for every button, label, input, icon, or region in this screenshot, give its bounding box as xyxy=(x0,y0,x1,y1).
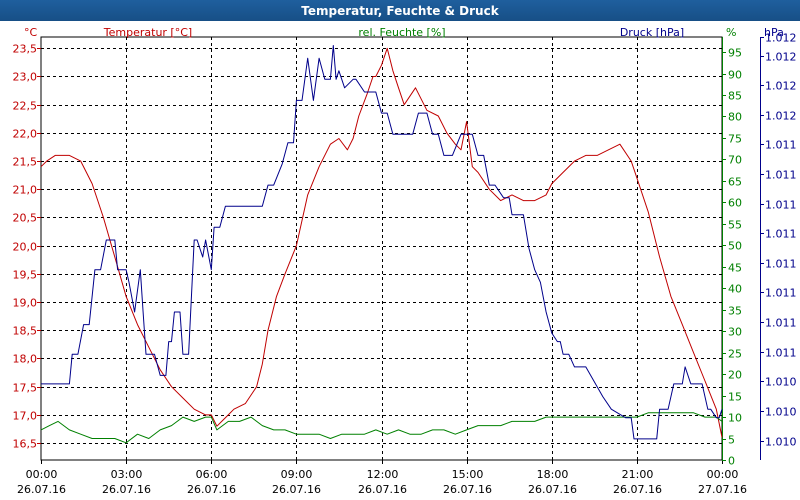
hum-tick-label: 15 xyxy=(728,391,742,404)
temp-tick-label: 22,0 xyxy=(13,128,38,141)
press-tick-label: 1.010 xyxy=(765,376,797,389)
hum-tick-label: 70 xyxy=(728,154,742,167)
press-tick-label: 1.011 xyxy=(765,139,797,152)
x-tick-label-time: 09:00 xyxy=(281,468,313,481)
window-title: Temperatur, Feuchte & Druck xyxy=(0,0,800,21)
temp-tick-label: 23,0 xyxy=(13,71,38,84)
temp-tick-label: 19,0 xyxy=(13,297,38,310)
hum-tick-label: 90 xyxy=(728,69,742,82)
x-tick-label-date: 26.07.16 xyxy=(443,483,492,496)
temp-unit-label: °C xyxy=(24,26,38,39)
x-tick-label-time: 00:00 xyxy=(707,468,739,481)
x-tick-label-time: 15:00 xyxy=(452,468,484,481)
press-tick-label: 1.012 xyxy=(765,51,797,64)
x-tick-label-time: 12:00 xyxy=(367,468,399,481)
plot-area xyxy=(40,36,723,461)
press-tick-label: 1.010 xyxy=(765,436,797,449)
press-tick-label: 1.011 xyxy=(765,347,797,360)
press-tick-label: 1.011 xyxy=(765,228,797,241)
hum-tick-label: 95 xyxy=(728,47,742,60)
hum-tick-label: 50 xyxy=(728,240,742,253)
chart-canvas: 00:00 26.07.16 03:00 26.07.16 06:00 26.07.16 0… xyxy=(13,26,797,496)
press-tick-label: 1.011 xyxy=(765,287,797,300)
x-tick-label-date: 26.07.16 xyxy=(272,483,321,496)
hum-tick-label: 5 xyxy=(728,434,735,447)
press-tick-label: 1.012 xyxy=(765,80,797,93)
x-tick-label-time: 03:00 xyxy=(111,468,143,481)
hum-tick-label: 40 xyxy=(728,283,742,296)
hum-unit-label: % xyxy=(726,26,736,39)
hum-tick-label: 75 xyxy=(728,133,742,146)
temp-tick-label: 19,5 xyxy=(13,269,38,282)
temp-tick-label: 20,0 xyxy=(13,241,38,254)
temp-tick-label: 17,5 xyxy=(13,382,38,395)
x-tick-label-date: 26.07.16 xyxy=(102,483,151,496)
hum-tick-label: 10 xyxy=(728,412,742,425)
temp-tick-label: 21,0 xyxy=(13,184,38,197)
press-tick-label: 1.012 xyxy=(765,110,797,123)
x-tick-label-date: 26.07.16 xyxy=(613,483,662,496)
press-tick-label: 1.011 xyxy=(765,317,797,330)
x-tick-label-date: 26.07.16 xyxy=(528,483,577,496)
hum-tick-label: 45 xyxy=(728,262,742,275)
chart-window: Temperatur, Feuchte & Druck 00:00 26.07.1… xyxy=(0,0,800,500)
hum-tick-label: 60 xyxy=(728,197,742,210)
temp-tick-label: 20,5 xyxy=(13,212,38,225)
temp-axis-title: Temperatur [°C] xyxy=(103,26,192,39)
hum-tick-label: 85 xyxy=(728,90,742,103)
x-tick-label-time: 00:00 xyxy=(26,468,58,481)
temp-tick-label: 18,5 xyxy=(13,325,38,338)
temp-tick-label: 23,5 xyxy=(13,43,38,56)
x-tick-label-date: 26.07.16 xyxy=(187,483,236,496)
x-tick-label-time: 18:00 xyxy=(537,468,569,481)
temp-tick-label: 16,5 xyxy=(13,438,38,451)
hum-tick-label: 30 xyxy=(728,326,742,339)
press-tick-label: 1.011 xyxy=(765,258,797,271)
press-tick-label: 1.010 xyxy=(765,406,797,419)
hum-tick-label: 80 xyxy=(728,111,742,124)
hum-axis-title: rel. Feuchte [%] xyxy=(358,26,445,39)
press-axis-title: Druck [hPa] xyxy=(620,26,684,39)
press-tick-label: 1.011 xyxy=(765,199,797,212)
press-unit-label: hPa xyxy=(764,26,784,39)
hum-tick-label: 55 xyxy=(728,219,742,232)
press-tick-label: 1.011 xyxy=(765,169,797,182)
x-tick-label-time: 06:00 xyxy=(196,468,228,481)
hum-tick-label: 25 xyxy=(728,348,742,361)
temp-tick-label: 18,0 xyxy=(13,353,38,366)
hum-tick-label: 0 xyxy=(728,455,735,468)
hum-tick-label: 35 xyxy=(728,305,742,318)
hum-tick-label: 65 xyxy=(728,176,742,189)
x-tick-label-time: 21:00 xyxy=(622,468,654,481)
x-tick-label-date: 27.07.16 xyxy=(698,483,747,496)
hum-tick-label: 20 xyxy=(728,369,742,382)
temp-tick-label: 17,0 xyxy=(13,410,38,423)
x-tick-label-date: 26.07.16 xyxy=(358,483,407,496)
temp-tick-label: 22,5 xyxy=(13,100,38,113)
x-tick-label-date: 26.07.16 xyxy=(17,483,66,496)
temp-tick-label: 21,5 xyxy=(13,156,38,169)
